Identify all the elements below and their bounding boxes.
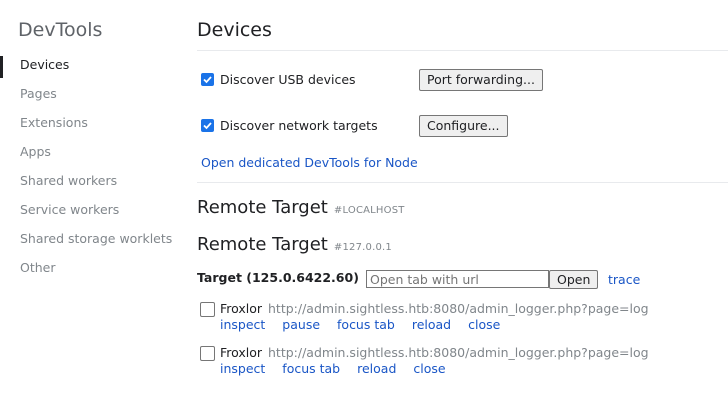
tab-checkbox[interactable] — [200, 302, 215, 317]
port-forwarding-button[interactable]: Port forwarding... — [419, 69, 543, 91]
tab-url: http://admin.sightless.htb:8080/admin_lo… — [268, 301, 649, 316]
tab-title: Froxlor — [220, 301, 263, 316]
options-divider — [197, 182, 728, 183]
configure-button[interactable]: Configure... — [419, 115, 508, 137]
close-link[interactable]: close — [468, 317, 500, 332]
tab-checkbox[interactable] — [200, 346, 215, 361]
node-devtools-link[interactable]: Open dedicated DevTools for Node — [201, 155, 418, 170]
main-panel: Devices Discover USB devices Port forwar… — [197, 0, 728, 410]
open-tab-button[interactable]: Open — [549, 270, 599, 289]
pause-link[interactable]: pause — [282, 317, 320, 332]
open-tab-url-input[interactable] — [366, 270, 549, 288]
focus-tab-link[interactable]: focus tab — [282, 361, 340, 376]
sidebar-item-devices[interactable]: Devices — [0, 52, 186, 81]
tab-title: Froxlor — [220, 345, 263, 360]
sidebar-item-pages[interactable]: Pages — [0, 81, 186, 110]
remote-target-title: Remote Target — [197, 234, 328, 255]
reload-link[interactable]: reload — [357, 361, 396, 376]
remote-target-title: Remote Target — [197, 197, 328, 218]
usb-label: Discover USB devices — [220, 72, 356, 87]
target-name: Target (125.0.6422.60) — [197, 270, 359, 285]
usb-option: Discover USB devices — [201, 72, 356, 87]
network-option: Discover network targets — [201, 118, 378, 133]
sidebar-item-other[interactable]: Other — [0, 255, 186, 284]
close-link[interactable]: close — [413, 361, 445, 376]
tab-actions: inspect focus tab reload close — [220, 361, 459, 376]
remote-target-host: #127.0.0.1 — [333, 242, 392, 253]
page-title: Devices — [197, 19, 272, 41]
sidebar-item-service-workers[interactable]: Service workers — [0, 197, 186, 226]
reload-link[interactable]: reload — [412, 317, 451, 332]
tab-actions: inspect pause focus tab reload close — [220, 317, 513, 332]
sidebar-item-shared-workers[interactable]: Shared workers — [0, 168, 186, 197]
remote-target-localhost: Remote Target #LOCALHOST — [197, 197, 405, 218]
focus-tab-link[interactable]: focus tab — [337, 317, 395, 332]
inspect-link[interactable]: inspect — [220, 361, 265, 376]
sidebar-item-apps[interactable]: Apps — [0, 139, 186, 168]
app-title: DevTools — [18, 19, 103, 41]
sidebar-nav: Devices Pages Extensions Apps Shared wor… — [0, 52, 186, 284]
title-divider — [197, 50, 728, 51]
usb-checkbox[interactable] — [201, 73, 214, 86]
target-header: Target (125.0.6422.60) — [197, 270, 359, 285]
check-icon — [203, 122, 212, 130]
inspect-link[interactable]: inspect — [220, 317, 265, 332]
tab-url: http://admin.sightless.htb:8080/admin_lo… — [268, 345, 649, 360]
check-icon — [203, 76, 212, 84]
network-checkbox[interactable] — [201, 119, 214, 132]
remote-target-host: #LOCALHOST — [333, 205, 405, 216]
trace-link[interactable]: trace — [608, 272, 640, 287]
remote-target-127: Remote Target #127.0.0.1 — [197, 234, 392, 255]
sidebar-item-extensions[interactable]: Extensions — [0, 110, 186, 139]
network-label: Discover network targets — [220, 118, 378, 133]
sidebar-item-shared-storage-worklets[interactable]: Shared storage worklets — [0, 226, 186, 255]
sidebar: DevTools Devices Pages Extensions Apps S… — [0, 0, 186, 410]
